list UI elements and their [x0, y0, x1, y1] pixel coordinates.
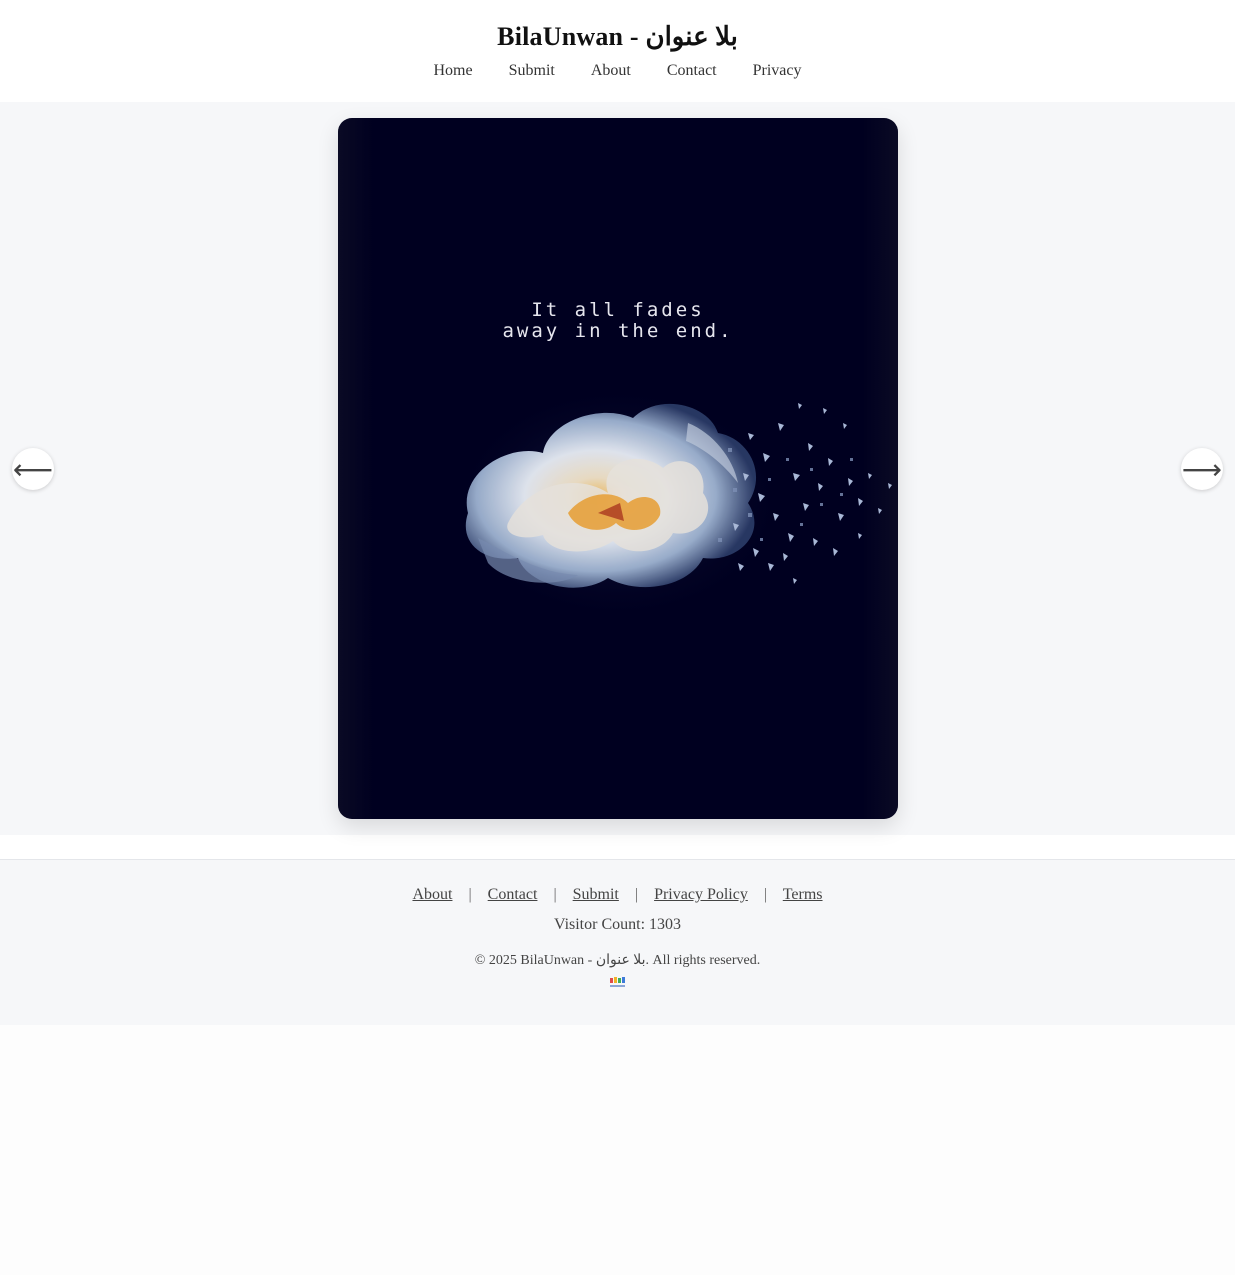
footer-separator: | [468, 886, 472, 903]
top-nav: Home Submit About Contact Privacy [0, 62, 1235, 80]
arrow-right-icon: ⟶ [1181, 452, 1223, 486]
footer-separator: | [763, 886, 768, 903]
footer-terms-link[interactable]: Terms [783, 886, 823, 903]
nav-privacy-link[interactable]: Privacy [753, 62, 802, 80]
nav-about-link[interactable]: About [591, 62, 631, 80]
footer-links: About | Contact | Submit | Privacy Polic… [0, 860, 1235, 904]
visitor-count: Visitor Count: 1303 [553, 916, 682, 933]
site-logo-icon [609, 977, 625, 987]
arrow-left-icon: ⟵ [12, 452, 54, 486]
dissolving-flower-illustration [448, 383, 892, 623]
copyright-text: © 2025 BilaUnwan - بلا عنوان. All rights… [474, 953, 761, 968]
site-title[interactable]: BilaUnwan - بلا عنوان [0, 0, 1235, 52]
nav-submit-link[interactable]: Submit [509, 62, 555, 80]
footer-separator: | [553, 886, 557, 903]
post-image[interactable]: It all fades away in the end. [338, 118, 898, 819]
footer-privacy-policy-link[interactable]: Privacy Policy [654, 886, 748, 903]
footer-submit-link[interactable]: Submit [573, 886, 619, 903]
post-quote-text: It all fades away in the end. [502, 299, 734, 342]
nav-home-link[interactable]: Home [434, 62, 473, 80]
next-post-button[interactable]: ⟶ [1181, 448, 1223, 490]
site-footer: About | Contact | Submit | Privacy Polic… [0, 859, 1235, 1025]
post-viewer: ⟵ It all fades away in the end. ⟶ [0, 102, 1235, 835]
footer-contact-link[interactable]: Contact [488, 886, 538, 903]
footer-about-link[interactable]: About [412, 886, 452, 903]
site-header: BilaUnwan - بلا عنوان Home Submit About … [0, 0, 1235, 102]
footer-separator: | [634, 886, 639, 903]
nav-contact-link[interactable]: Contact [667, 62, 717, 80]
previous-post-button[interactable]: ⟵ [12, 448, 54, 490]
